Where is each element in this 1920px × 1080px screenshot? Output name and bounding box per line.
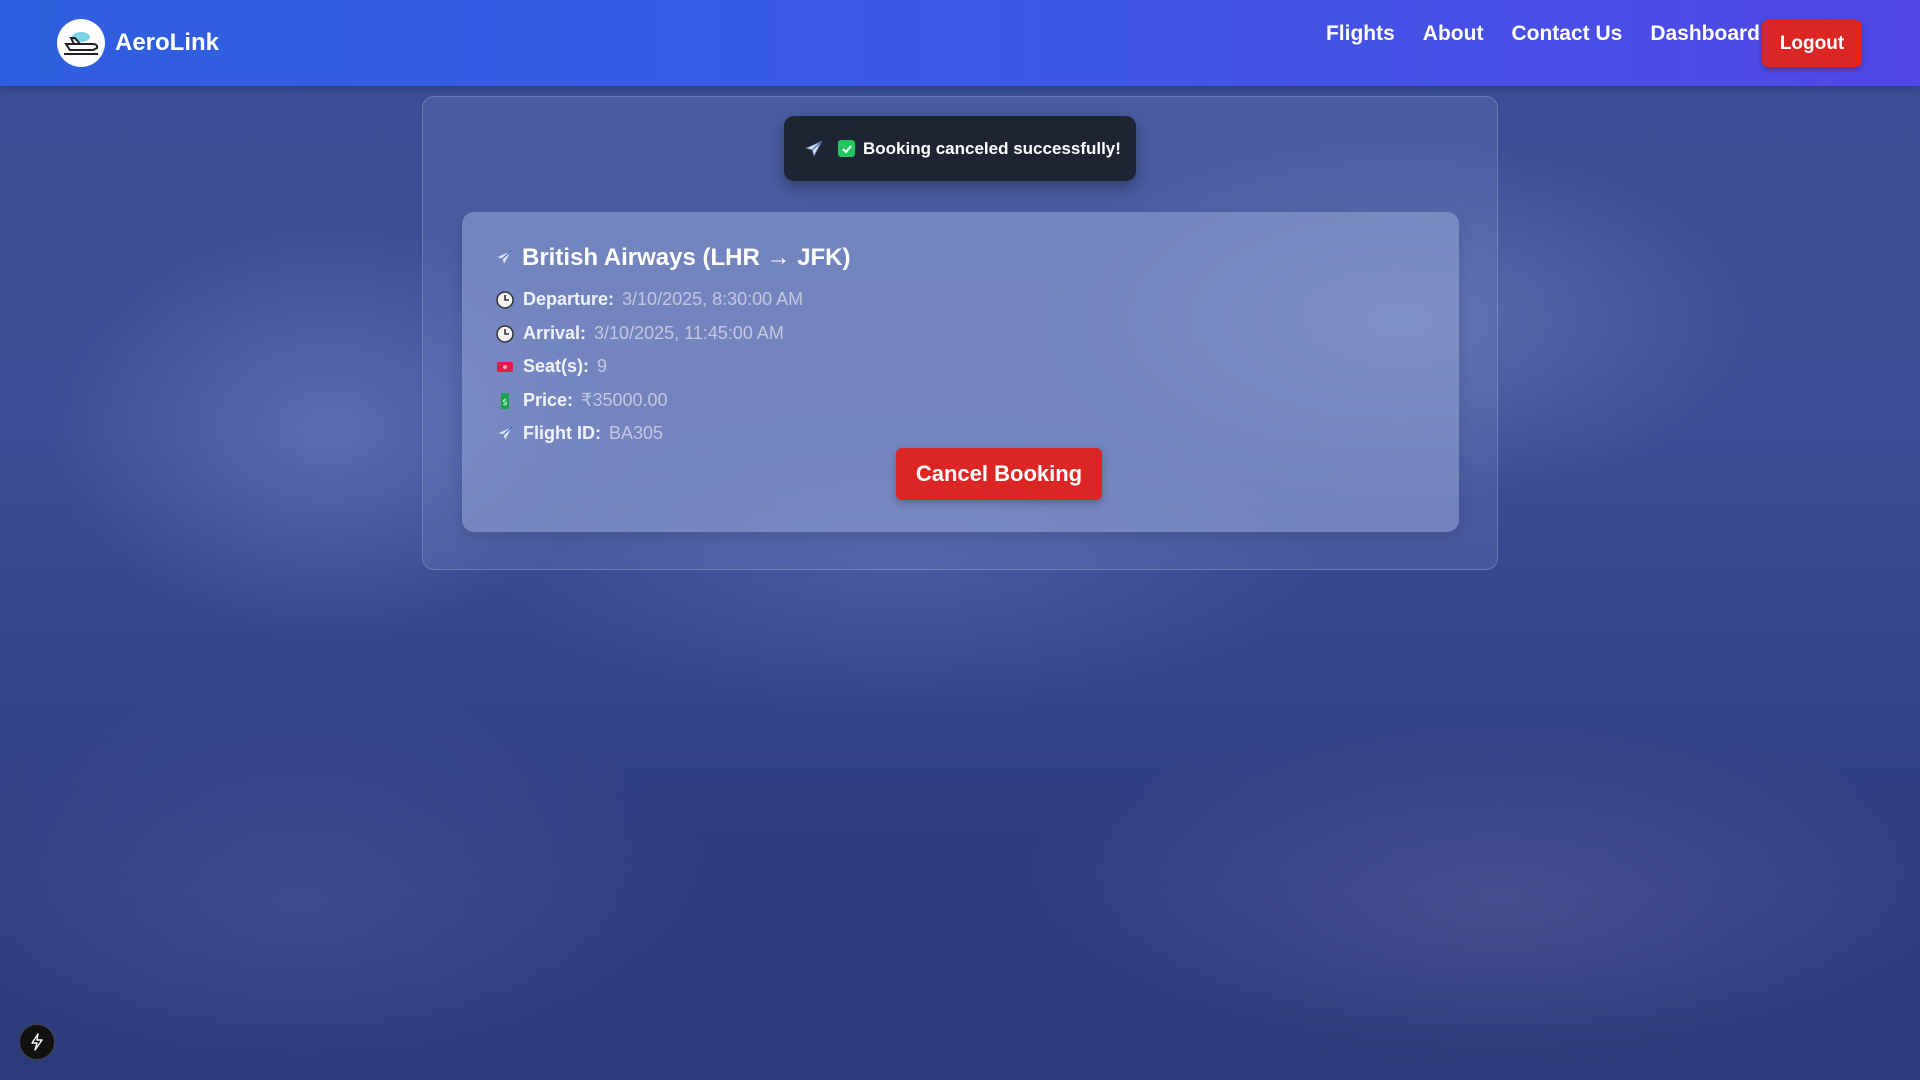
lightning-icon[interactable]	[19, 1024, 55, 1060]
logout-button[interactable]: Logout	[1762, 20, 1862, 67]
departure-label: Departure:	[523, 289, 615, 309]
airplane-icon	[494, 248, 514, 268]
brand-name: AeroLink	[115, 29, 220, 56]
price-label: Price:	[523, 390, 574, 410]
check-icon	[838, 140, 855, 157]
nav-link-about[interactable]: About	[1423, 22, 1484, 46]
departure-row: Departure: 3/10/2025, 8:30:00 AM	[495, 289, 803, 310]
toast-notification: Booking canceled successfully!	[784, 116, 1136, 181]
booking-title-text: British Airways (LHR → JFK)	[522, 244, 851, 271]
airplane-icon	[495, 424, 515, 444]
nav-link-contact[interactable]: Contact Us	[1511, 22, 1622, 46]
clock-icon	[495, 290, 515, 310]
brand[interactable]: AeroLink	[57, 19, 219, 67]
booking-card: British Airways (LHR → JFK) Departure: 3…	[462, 212, 1459, 532]
seats-label: Seat(s):	[523, 356, 590, 376]
toast-message: Booking canceled successfully!	[863, 138, 1121, 158]
cancel-booking-button[interactable]: Cancel Booking	[896, 448, 1102, 500]
arrival-row: Arrival: 3/10/2025, 11:45:00 AM	[495, 323, 784, 344]
arrival-value: 3/10/2025, 11:45:00 AM	[594, 323, 784, 343]
nav-link-flights[interactable]: Flights	[1326, 22, 1395, 46]
svg-text:$: $	[502, 398, 508, 408]
money-icon: $	[495, 391, 515, 411]
price-row: $ Price: ₹35000.00	[495, 390, 668, 411]
clock-icon	[495, 324, 515, 344]
airplane-icon	[804, 139, 824, 159]
nav-link-dashboard[interactable]: Dashboard	[1650, 22, 1760, 46]
price-value: ₹35000.00	[581, 390, 668, 410]
booking-title: British Airways (LHR → JFK)	[494, 244, 851, 272]
arrival-label: Arrival:	[523, 323, 587, 343]
flight-id-label: Flight ID:	[523, 423, 601, 443]
seats-row: Seat(s): 9	[495, 356, 607, 377]
flight-id-row: Flight ID: BA305	[495, 423, 663, 444]
nav-links: Flights About Contact Us Dashboard	[1326, 22, 1760, 46]
flight-id-value: BA305	[608, 423, 664, 443]
airplane-logo-icon	[57, 19, 105, 67]
toast-body: Booking canceled successfully!	[838, 139, 1121, 159]
ticket-icon	[495, 357, 515, 377]
navbar: AeroLink Flights About Contact Us Dashbo…	[0, 0, 1920, 86]
departure-value: 3/10/2025, 8:30:00 AM	[622, 289, 804, 309]
seats-value: 9	[597, 356, 608, 376]
